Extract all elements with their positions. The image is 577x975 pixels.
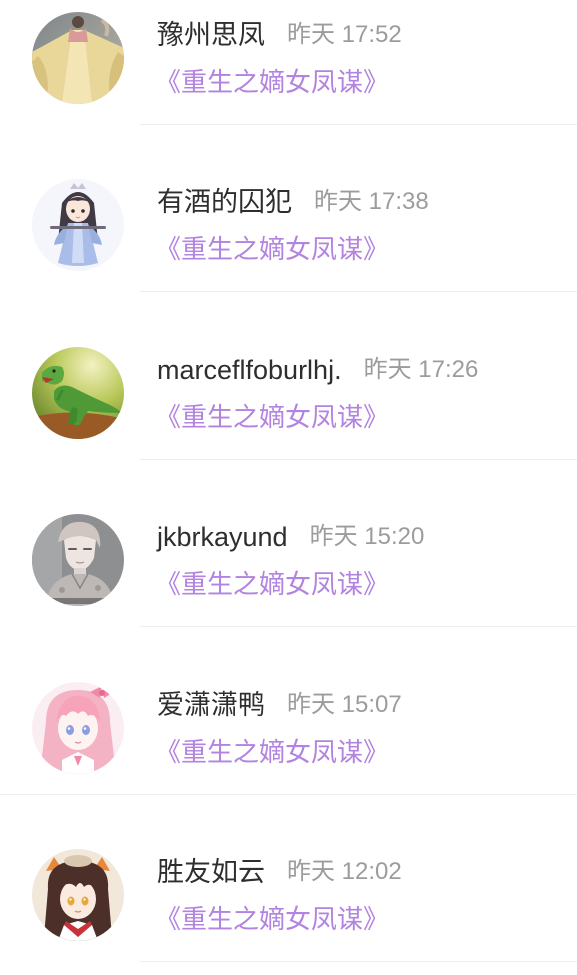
avatar[interactable]	[32, 346, 124, 439]
avatar[interactable]	[32, 681, 124, 774]
avatar-image	[32, 514, 124, 607]
timestamp: 昨天 17:52	[287, 21, 402, 48]
divider	[140, 960, 577, 962]
comment-list-item[interactable]: 有酒的囚犯 昨天 17:38 《重生之嫡女凤谋》	[0, 125, 577, 293]
username[interactable]: marceflfoburlhj.	[157, 354, 342, 386]
avatar-image	[32, 179, 124, 272]
comment-list-item[interactable]: marceflfoburlhj. 昨天 17:26 《重生之嫡女凤谋》	[0, 292, 577, 460]
comment-header: 豫州思凤 昨天 17:52	[157, 19, 402, 51]
username[interactable]: 有酒的囚犯	[157, 186, 292, 218]
avatar-image	[32, 12, 124, 104]
timestamp: 昨天 12:02	[287, 857, 402, 885]
username[interactable]: 爱潇潇鸭	[157, 689, 265, 721]
book-title-link[interactable]: 《重生之嫡女凤谋》	[155, 233, 389, 265]
timestamp: 昨天 17:38	[314, 188, 429, 216]
avatar-image	[32, 346, 124, 439]
comment-header: jkbrkayund 昨天 15:20	[157, 521, 424, 553]
comment-header: marceflfoburlhj. 昨天 17:26	[157, 354, 478, 386]
avatar-image	[32, 848, 124, 941]
username[interactable]: 豫州思凤	[157, 19, 265, 51]
avatar[interactable]	[32, 12, 124, 104]
book-title-link[interactable]: 《重生之嫡女凤谋》	[155, 66, 389, 98]
avatar-image	[32, 681, 124, 774]
book-title-link[interactable]: 《重生之嫡女凤谋》	[155, 401, 389, 433]
book-title-link[interactable]: 《重生之嫡女凤谋》	[155, 736, 389, 768]
comment-list-item[interactable]: 豫州思凤 昨天 17:52 《重生之嫡女凤谋》	[0, 0, 577, 125]
username[interactable]: 胜友如云	[157, 856, 265, 888]
username[interactable]: jkbrkayund	[157, 521, 288, 553]
timestamp: 昨天 15:20	[309, 523, 425, 551]
comment-list-item[interactable]: jkbrkayund 昨天 15:20 《重生之嫡女凤谋》	[0, 460, 577, 628]
avatar[interactable]	[32, 848, 124, 941]
comment-list-item[interactable]: 爱潇潇鸭 昨天 15:07 《重生之嫡女凤谋》	[0, 627, 577, 795]
avatar[interactable]	[32, 179, 124, 272]
book-title-link[interactable]: 《重生之嫡女凤谋》	[155, 568, 389, 600]
comment-header: 胜友如云 昨天 12:02	[157, 856, 402, 888]
avatar[interactable]	[32, 514, 124, 607]
timestamp: 昨天 15:07	[287, 690, 402, 718]
comment-header: 有酒的囚犯 昨天 17:38	[157, 186, 429, 218]
timestamp: 昨天 17:26	[363, 355, 479, 383]
comment-list: 豫州思凤 昨天 17:52 《重生之嫡女凤谋》 有酒的囚犯 昨天 17:38 《…	[0, 0, 577, 962]
book-title-link[interactable]: 《重生之嫡女凤谋》	[155, 903, 389, 935]
comment-header: 爱潇潇鸭 昨天 15:07	[157, 689, 402, 721]
comment-list-item[interactable]: 胜友如云 昨天 12:02 《重生之嫡女凤谋》	[0, 795, 577, 962]
